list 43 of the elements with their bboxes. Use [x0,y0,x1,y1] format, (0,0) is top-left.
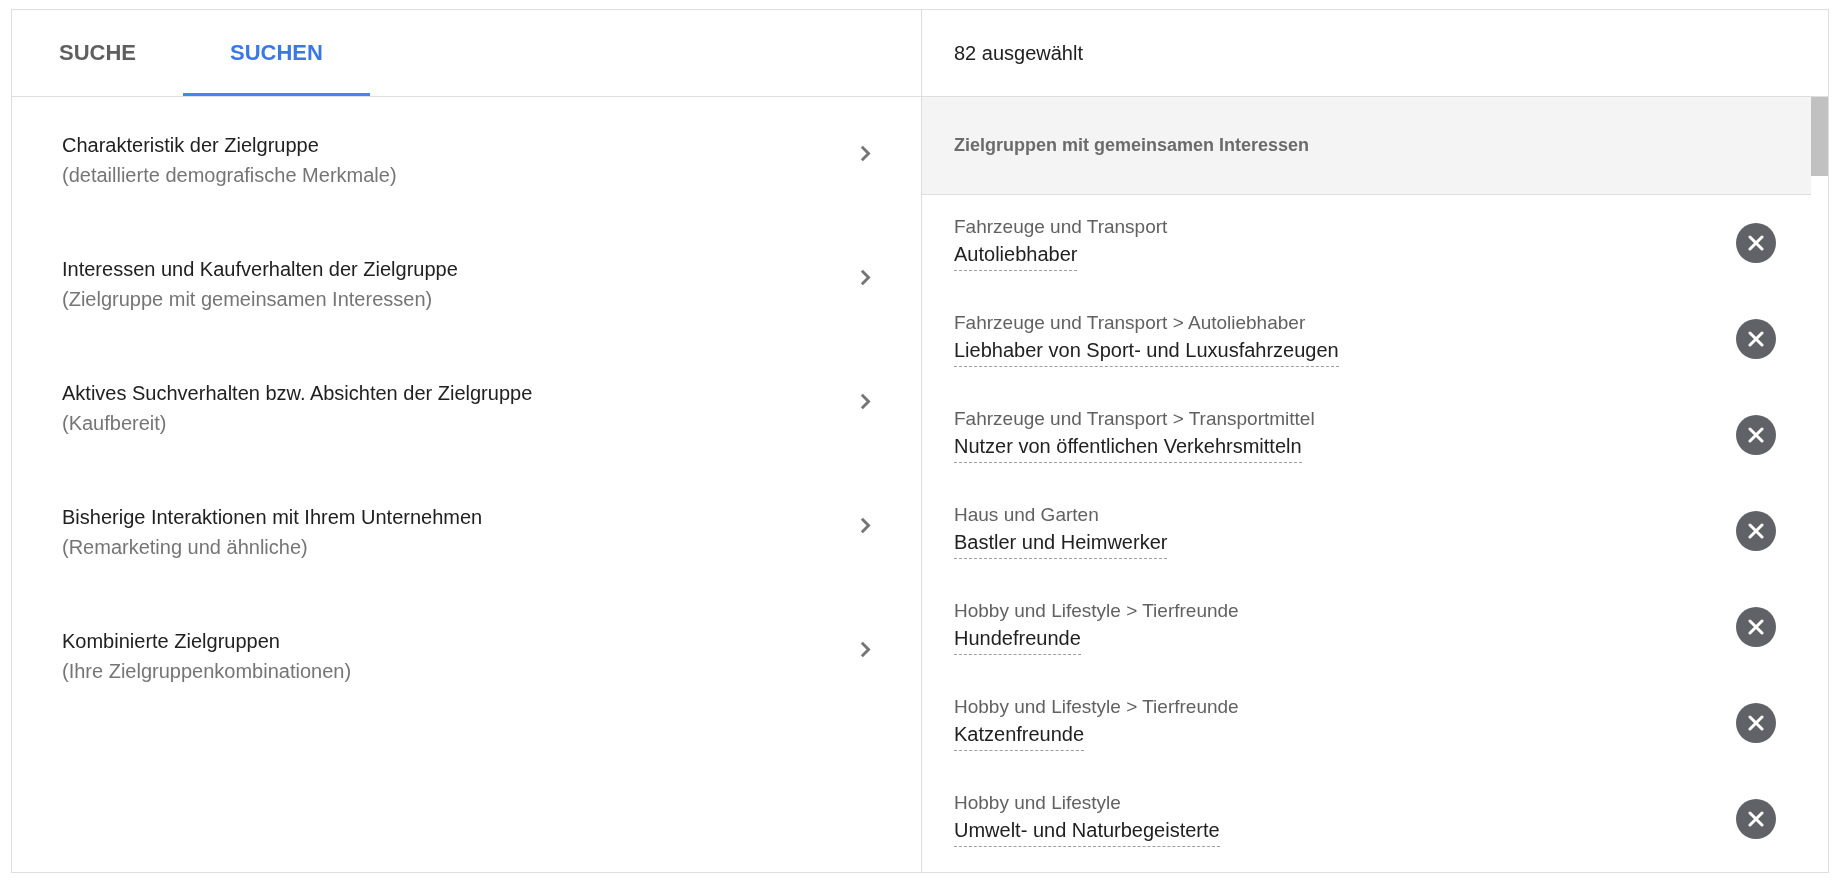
audience-path: Hobby und Lifestyle [954,791,1121,815]
audience-path: Fahrzeuge und Transport > Transportmittel [954,407,1315,431]
remove-button[interactable] [1736,510,1776,551]
audience-path: Hobby und Lifestyle > Tierfreunde [954,695,1239,719]
close-icon [1748,714,1764,731]
selection-count: 82 ausgewählt [954,41,1083,65]
audience-name: Liebhaber von Sport- und Luxusfahrzeugen [954,336,1339,367]
close-icon [1748,810,1764,827]
scrollbar-thumb[interactable] [1811,97,1828,176]
remove-button[interactable] [1736,798,1776,839]
audience-path: Hobby und Lifestyle > Tierfreunde [954,599,1239,623]
chevron-right-icon [860,392,871,410]
group-header: Zielgruppen mit gemeinsamen Interessen [922,97,1811,195]
chevron-right-icon [860,268,871,286]
chevron-right-icon [860,516,871,534]
remove-button[interactable] [1736,606,1776,647]
tab[interactable]: SUCHE [12,10,183,96]
close-icon [1748,522,1764,539]
close-icon [1748,234,1764,251]
category-item[interactable]: Bisherige Interaktionen mit Ihrem Unternehmen (Remarketing und ähnliche) [12,469,921,593]
chevron-right-icon [860,144,871,162]
audience-name: Katzenfreunde [954,720,1085,751]
audience-path: Fahrzeuge und Transport > Autoliebhaber [954,311,1306,335]
close-icon [1748,618,1764,635]
remove-button[interactable] [1736,702,1776,743]
remove-button[interactable] [1736,414,1776,455]
remove-button[interactable] [1736,222,1776,263]
audience-path: Haus und Garten [954,503,1099,527]
audience-name: Nutzer von öffentlichen Verkehrsmitteln [954,432,1302,463]
audience-path: Fahrzeuge und Transport [954,215,1168,239]
category-item[interactable]: Aktives Suchverhalten bzw. Absichten der Zielgruppe (Kaufbereit) [12,345,921,469]
close-icon [1748,426,1764,443]
remove-button[interactable] [1736,318,1776,359]
audience-name: Autoliebhaber [954,240,1078,271]
audience-name: Hundefreunde [954,624,1081,655]
audience-name: Umwelt- und Naturbegeisterte [954,816,1220,847]
tab[interactable]: SUCHEN [183,10,370,96]
close-icon [1748,330,1764,347]
chevron-right-icon [860,640,871,658]
category-item[interactable]: Charakteristik der Zielgruppe (detaillierte demografische Merkmale) [12,97,921,221]
category-item[interactable]: Kombinierte Zielgruppen (Ihre Zielgruppenkombinationen) [12,593,921,717]
audience-name: Bastler und Heimwerker [954,528,1168,559]
category-item[interactable]: Interessen und Kaufverhalten der Zielgruppe (Zielgruppe mit gemeinsamen Interessen) [12,221,921,345]
